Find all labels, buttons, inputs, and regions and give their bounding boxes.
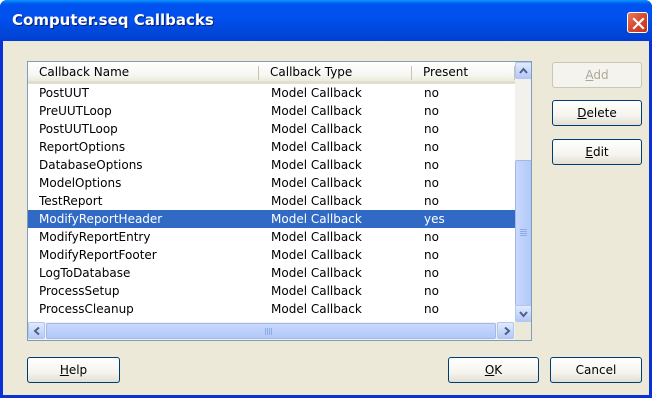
horizontal-scrollbar[interactable]: [28, 322, 515, 340]
delete-button-mnemonic: D: [577, 106, 587, 120]
cell-present: no: [424, 284, 439, 298]
column-header-present[interactable]: Present: [412, 62, 515, 84]
cell-callback-type: Model Callback: [271, 86, 362, 100]
scroll-down-button[interactable]: [515, 305, 531, 322]
cell-present: no: [424, 194, 439, 208]
cell-present: no: [424, 122, 439, 136]
horizontal-scroll-thumb[interactable]: [46, 323, 496, 339]
ok-button-mnemonic: O: [484, 363, 495, 377]
edit-button-mnemonic: E: [585, 145, 593, 159]
cell-callback-type: Model Callback: [271, 248, 362, 262]
cell-callback-name: ModifyReportEntry: [39, 230, 151, 244]
cell-callback-type: Model Callback: [271, 194, 362, 208]
table-row[interactable]: TestReport Model Callback no: [28, 192, 515, 210]
help-button[interactable]: Help: [27, 357, 120, 383]
cell-callback-type: Model Callback: [271, 104, 362, 118]
table-row[interactable]: ProcessCleanup Model Callback no: [28, 300, 515, 318]
cell-present: no: [424, 176, 439, 190]
table-row[interactable]: PostUUTLoop Model Callback no: [28, 120, 515, 138]
vertical-scroll-thumb[interactable]: [515, 160, 531, 306]
cell-callback-type: Model Callback: [271, 158, 362, 172]
scroll-left-button[interactable]: [28, 322, 45, 339]
table-row[interactable]: LogToDatabase Model Callback no: [28, 264, 515, 282]
cell-callback-type: Model Callback: [271, 140, 362, 154]
window-title: Computer.seq Callbacks: [12, 11, 214, 29]
arrow-up-icon: [519, 67, 528, 74]
cell-present: no: [424, 140, 439, 154]
cell-callback-type: Model Callback: [271, 302, 362, 316]
cell-callback-type: Model Callback: [271, 230, 362, 244]
column-header-callback-name[interactable]: Callback Name: [28, 62, 259, 84]
column-header-callback-type[interactable]: Callback Type: [259, 62, 412, 84]
dialog-window: Computer.seq Callbacks Callback Name Cal…: [0, 0, 652, 398]
cell-callback-name: LogToDatabase: [39, 266, 131, 280]
table-row[interactable]: ModifyReportHeader Model Callback yes: [28, 210, 515, 228]
arrow-left-icon: [33, 327, 40, 335]
dialog-body: Callback Name Callback Type Present Post…: [3, 41, 649, 395]
list-header: Callback Name Callback Type Present: [28, 62, 515, 84]
arrow-down-icon: [519, 311, 528, 318]
cell-callback-type: Model Callback: [271, 212, 362, 226]
cell-callback-name: ModifyReportFooter: [39, 248, 157, 262]
cell-callback-name: PostUUTLoop: [39, 122, 118, 136]
cell-callback-name: DatabaseOptions: [39, 158, 143, 172]
callbacks-list[interactable]: Callback Name Callback Type Present Post…: [27, 61, 532, 341]
table-row[interactable]: DatabaseOptions Model Callback no: [28, 156, 515, 174]
cell-present: no: [424, 248, 439, 262]
cell-callback-name: PostUUT: [39, 86, 90, 100]
cell-present: no: [424, 266, 439, 280]
table-row[interactable]: PreUUTLoop Model Callback no: [28, 102, 515, 120]
delete-button-label: elete: [586, 106, 617, 120]
cell-present: no: [424, 302, 439, 316]
cancel-button[interactable]: Cancel: [550, 357, 642, 383]
add-button-label: dd: [593, 68, 609, 82]
table-row[interactable]: ModifyReportFooter Model Callback no: [28, 246, 515, 264]
cell-callback-name: ReportOptions: [39, 140, 126, 154]
table-row[interactable]: ModifyReportEntry Model Callback no: [28, 228, 515, 246]
edit-button[interactable]: Edit: [552, 139, 642, 165]
arrow-right-icon: [504, 327, 511, 335]
table-row[interactable]: ProcessSetup Model Callback no: [28, 282, 515, 300]
scrollbar-corner: [515, 322, 531, 340]
scroll-right-button[interactable]: [497, 322, 514, 339]
help-button-mnemonic: H: [59, 363, 69, 377]
table-row[interactable]: ModelOptions Model Callback no: [28, 174, 515, 192]
cell-present: no: [424, 230, 439, 244]
table-row[interactable]: ReportOptions Model Callback no: [28, 138, 515, 156]
cell-callback-name: ModelOptions: [39, 176, 122, 190]
table-row[interactable]: PostUUT Model Callback no: [28, 84, 515, 102]
cell-callback-type: Model Callback: [271, 284, 362, 298]
cell-present: yes: [424, 212, 445, 226]
cell-callback-name: PreUUTLoop: [39, 104, 112, 118]
cell-callback-name: ProcessCleanup: [39, 302, 134, 316]
list-rows: PostUUT Model Callback no PreUUTLoop Model C…: [28, 84, 515, 322]
cell-callback-name: ModifyReportHeader: [39, 212, 163, 226]
scroll-up-button[interactable]: [515, 62, 531, 79]
delete-button[interactable]: Delete: [552, 100, 642, 126]
ok-button[interactable]: OK: [448, 357, 539, 383]
add-button[interactable]: Add: [552, 62, 642, 88]
cell-callback-name: TestReport: [39, 194, 103, 208]
help-button-label: elp: [68, 363, 88, 377]
edit-button-label: dit: [592, 145, 609, 159]
cell-callback-name: ProcessSetup: [39, 284, 120, 298]
cell-callback-type: Model Callback: [271, 122, 362, 136]
cell-present: no: [424, 104, 439, 118]
cell-present: no: [424, 86, 439, 100]
cell-present: no: [424, 158, 439, 172]
title-bar[interactable]: Computer.seq Callbacks: [0, 0, 652, 41]
close-button[interactable]: [627, 12, 648, 33]
vertical-scrollbar[interactable]: [515, 62, 531, 322]
close-icon: [632, 17, 645, 30]
ok-button-label: K: [494, 363, 503, 377]
cell-callback-type: Model Callback: [271, 266, 362, 280]
cell-callback-type: Model Callback: [271, 176, 362, 190]
